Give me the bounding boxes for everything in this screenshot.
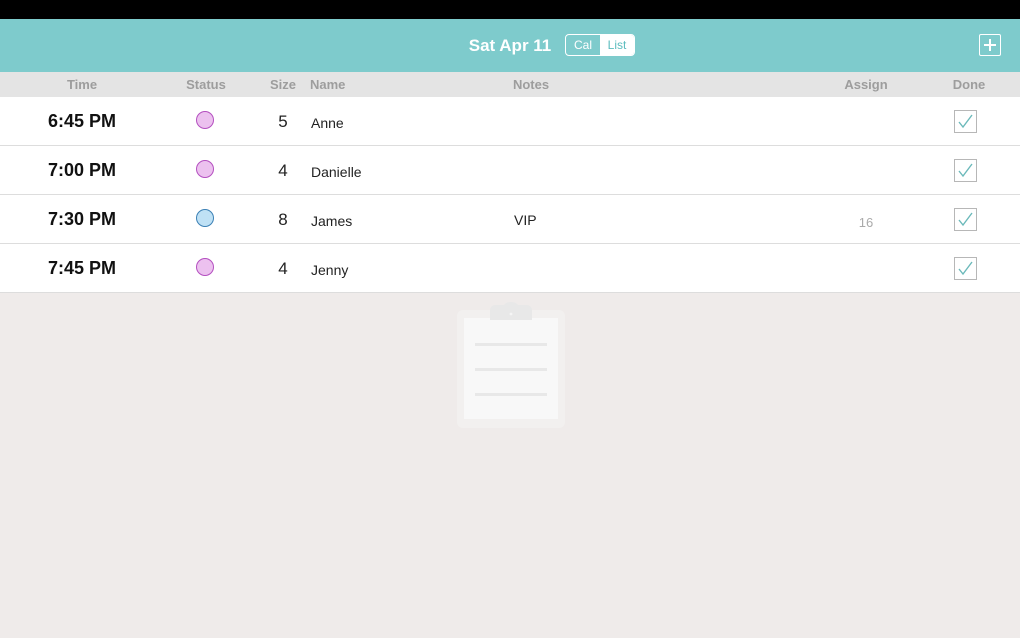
guest-name: Jenny bbox=[311, 262, 349, 278]
reservation-row[interactable]: 6:45 PM 5 Anne bbox=[0, 97, 1020, 146]
reservation-row[interactable]: 7:30 PM 8 James VIP 16 bbox=[0, 195, 1020, 244]
reservation-list: 6:45 PM 5 Anne 7:00 PM 4 Danielle 7:30 P… bbox=[0, 97, 1020, 293]
done-checkbox[interactable] bbox=[954, 159, 977, 182]
reservation-time: 7:45 PM bbox=[47, 258, 117, 278]
party-size: 4 bbox=[278, 161, 288, 180]
checkmark-icon bbox=[958, 163, 973, 178]
column-header-status[interactable]: Status bbox=[176, 72, 236, 98]
guest-name: Danielle bbox=[311, 164, 362, 180]
system-status-bar bbox=[0, 0, 1020, 19]
column-header-assign[interactable]: Assign bbox=[836, 72, 896, 98]
app-toolbar: Sat Apr 11 Cal List bbox=[0, 19, 1020, 72]
guest-name: Anne bbox=[311, 115, 344, 131]
column-header-row: Time Status Size Name Notes Assign Done bbox=[0, 72, 1020, 97]
column-header-time[interactable]: Time bbox=[52, 72, 112, 98]
party-size: 4 bbox=[278, 259, 288, 278]
reservation-time: 7:00 PM bbox=[47, 160, 117, 180]
status-dot[interactable] bbox=[196, 258, 214, 276]
party-size: 8 bbox=[278, 210, 288, 229]
reservation-time: 7:30 PM bbox=[47, 209, 117, 229]
reservation-time: 6:45 PM bbox=[47, 111, 117, 131]
reservation-row[interactable]: 7:45 PM 4 Jenny bbox=[0, 244, 1020, 293]
status-dot[interactable] bbox=[196, 209, 214, 227]
party-size: 5 bbox=[278, 112, 288, 131]
table-assignment[interactable]: 16 bbox=[836, 195, 896, 251]
view-toggle-cal[interactable]: Cal bbox=[566, 35, 600, 55]
column-header-name[interactable]: Name bbox=[310, 72, 345, 98]
reservation-notes: VIP bbox=[514, 212, 537, 228]
guest-name: James bbox=[311, 213, 353, 229]
column-header-done[interactable]: Done bbox=[940, 72, 998, 98]
done-checkbox[interactable] bbox=[954, 257, 977, 280]
done-checkbox[interactable] bbox=[954, 208, 977, 231]
view-toggle-list[interactable]: List bbox=[600, 35, 634, 55]
status-dot[interactable] bbox=[196, 160, 214, 178]
add-reservation-button[interactable] bbox=[979, 34, 1001, 56]
clipboard-icon bbox=[457, 302, 565, 428]
view-toggle[interactable]: Cal List bbox=[565, 34, 635, 56]
checkmark-icon bbox=[958, 261, 973, 276]
status-dot[interactable] bbox=[196, 111, 214, 129]
checkmark-icon bbox=[958, 212, 973, 227]
column-header-size[interactable]: Size bbox=[262, 72, 304, 98]
reservation-row[interactable]: 7:00 PM 4 Danielle bbox=[0, 146, 1020, 195]
checkmark-icon bbox=[958, 114, 973, 129]
column-header-notes[interactable]: Notes bbox=[500, 72, 562, 98]
done-checkbox[interactable] bbox=[954, 110, 977, 133]
